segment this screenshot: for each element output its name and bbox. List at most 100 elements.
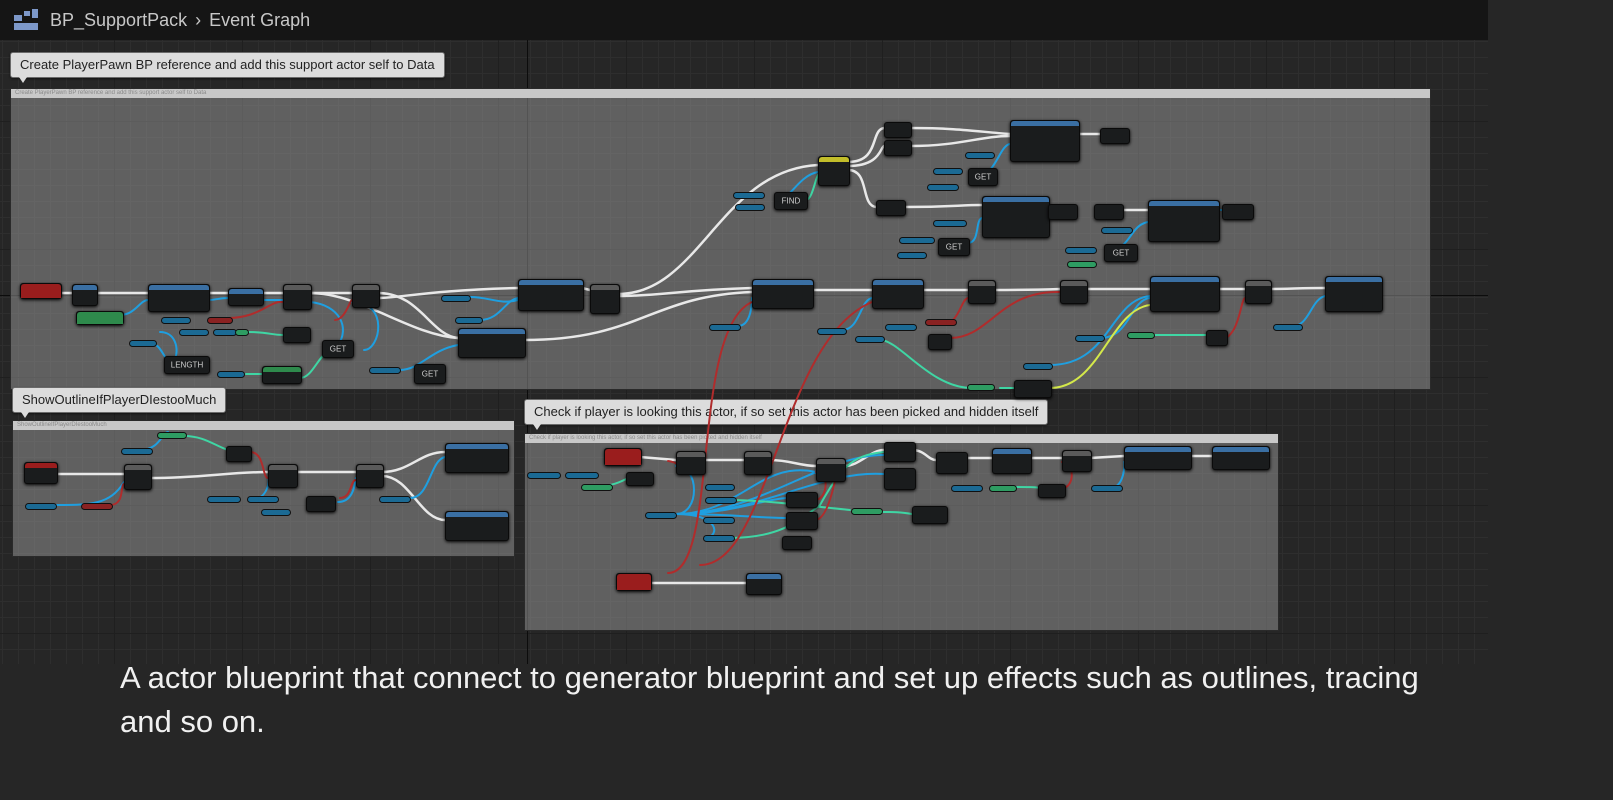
compare-node-7[interactable] <box>782 536 812 550</box>
pick-up-event-node[interactable] <box>604 448 642 466</box>
variable-pill[interactable] <box>1128 333 1154 338</box>
variable-pill[interactable] <box>710 325 740 330</box>
get-node-3[interactable]: GET <box>968 168 998 186</box>
branch-node-7[interactable] <box>268 464 298 488</box>
variable-pill[interactable] <box>852 509 882 514</box>
do-once-node[interactable] <box>818 156 850 186</box>
variable-pill[interactable] <box>818 329 846 334</box>
multiply-node[interactable] <box>928 334 952 350</box>
small-node-g[interactable] <box>1222 204 1254 220</box>
cast-to-player-pawn-node[interactable] <box>148 284 210 312</box>
small-node-h[interactable] <box>884 442 916 462</box>
get-node-4[interactable]: GET <box>938 238 970 256</box>
create-dynamic-material-instance-node-2[interactable] <box>982 196 1050 238</box>
small-node-d[interactable] <box>1100 128 1130 144</box>
breadcrumb-blueprint[interactable]: BP_SupportPack <box>50 10 187 31</box>
multiply-node-2[interactable] <box>1206 330 1228 346</box>
variable-pill[interactable] <box>898 253 926 258</box>
variable-pill[interactable] <box>208 497 240 502</box>
set-node-variable-node-2[interactable] <box>458 328 526 358</box>
bind-event-node[interactable] <box>752 279 814 309</box>
variable-pill[interactable] <box>380 497 410 502</box>
destroy-actor-node-2[interactable] <box>746 573 782 595</box>
variable-pill[interactable] <box>442 296 470 301</box>
variable-pill[interactable] <box>122 449 152 454</box>
variable-pill[interactable] <box>934 221 966 226</box>
variable-pill[interactable] <box>704 518 734 523</box>
variable-pill[interactable] <box>934 169 962 174</box>
variable-pill[interactable] <box>900 238 934 243</box>
variable-set-node[interactable] <box>228 288 264 306</box>
get-node-2[interactable]: GET <box>414 364 446 384</box>
sequence-node[interactable] <box>590 284 620 314</box>
get-node-5[interactable]: GET <box>1104 244 1138 262</box>
variable-pill[interactable] <box>162 318 190 323</box>
small-node-j[interactable] <box>936 452 968 474</box>
variable-pill[interactable] <box>158 433 186 438</box>
variable-pill[interactable] <box>886 325 916 330</box>
small-node-c[interactable] <box>876 200 906 216</box>
event-tick-node[interactable] <box>24 462 58 484</box>
variable-pill[interactable] <box>1102 228 1132 233</box>
set-scalar-parameter-node[interactable] <box>1150 276 1220 312</box>
compare-node-8[interactable] <box>912 506 948 524</box>
variable-pill[interactable] <box>928 185 958 190</box>
variable-pill[interactable] <box>1092 486 1122 491</box>
compare-node-9[interactable] <box>1038 484 1066 498</box>
variable-pill[interactable] <box>370 368 400 373</box>
small-node-b[interactable] <box>884 140 912 156</box>
set-node-variable-node[interactable] <box>518 279 584 311</box>
variable-pill[interactable] <box>218 372 244 377</box>
branch-node-4[interactable] <box>1060 280 1088 304</box>
variable-pill[interactable] <box>208 318 232 323</box>
variable-pill[interactable] <box>1076 336 1104 341</box>
compare-node-5[interactable] <box>786 492 818 508</box>
small-node-f[interactable] <box>1094 204 1124 220</box>
variable-pill[interactable] <box>26 504 56 509</box>
event-graph-canvas[interactable]: Create PlayerPawn BP reference and add t… <box>0 0 1488 664</box>
branch-node-11[interactable] <box>816 458 846 482</box>
branch-node-12[interactable] <box>1062 450 1092 472</box>
branch-node-6[interactable] <box>124 464 152 490</box>
variable-pill[interactable] <box>856 337 884 342</box>
variable-pill[interactable] <box>180 330 208 335</box>
set-render-custom-depth-node[interactable] <box>445 443 509 473</box>
event-begin-play-node[interactable] <box>20 283 62 299</box>
variable-pill[interactable] <box>456 318 482 323</box>
compare-node[interactable] <box>283 327 311 343</box>
get-node[interactable]: GET <box>322 340 354 358</box>
small-node-e[interactable] <box>1048 204 1078 220</box>
compare-node-3[interactable] <box>306 496 336 512</box>
variable-pill[interactable] <box>966 153 994 158</box>
branch-node[interactable] <box>283 284 312 310</box>
compare-node-4[interactable] <box>626 472 654 486</box>
variable-pill[interactable] <box>952 486 982 491</box>
branch-node-3[interactable] <box>968 280 996 304</box>
destroy-actor-node[interactable] <box>1212 446 1270 470</box>
branch-node-10[interactable] <box>744 451 772 475</box>
variable-pill[interactable] <box>990 486 1016 491</box>
set-hidden-node[interactable] <box>1124 446 1192 470</box>
small-node-i[interactable] <box>884 468 916 490</box>
set-visibility-node[interactable] <box>1325 276 1383 312</box>
small-node-a[interactable] <box>884 122 912 138</box>
cast-node[interactable] <box>72 284 98 306</box>
variable-pill[interactable] <box>236 330 248 335</box>
make-vector-node[interactable] <box>1014 380 1052 398</box>
destroy-event-node[interactable] <box>616 573 652 591</box>
branch-node-5[interactable] <box>1245 280 1272 304</box>
variable-pill[interactable] <box>646 513 676 518</box>
variable-pill[interactable] <box>706 498 736 503</box>
bind-event-node-2[interactable] <box>872 279 924 309</box>
branch-node-2[interactable] <box>352 284 380 308</box>
variable-pill[interactable] <box>968 385 994 390</box>
variable-pill[interactable] <box>582 485 612 490</box>
breadcrumb-graph[interactable]: Event Graph <box>209 10 310 31</box>
create-dynamic-material-instance-node-3[interactable] <box>1148 200 1220 242</box>
add-to-array-node[interactable] <box>262 366 302 384</box>
variable-pill[interactable] <box>528 473 560 478</box>
variable-pill[interactable] <box>566 473 598 478</box>
get-player-character-node[interactable] <box>76 311 124 325</box>
variable-pill[interactable] <box>248 497 278 502</box>
variable-pill[interactable] <box>1274 325 1302 330</box>
